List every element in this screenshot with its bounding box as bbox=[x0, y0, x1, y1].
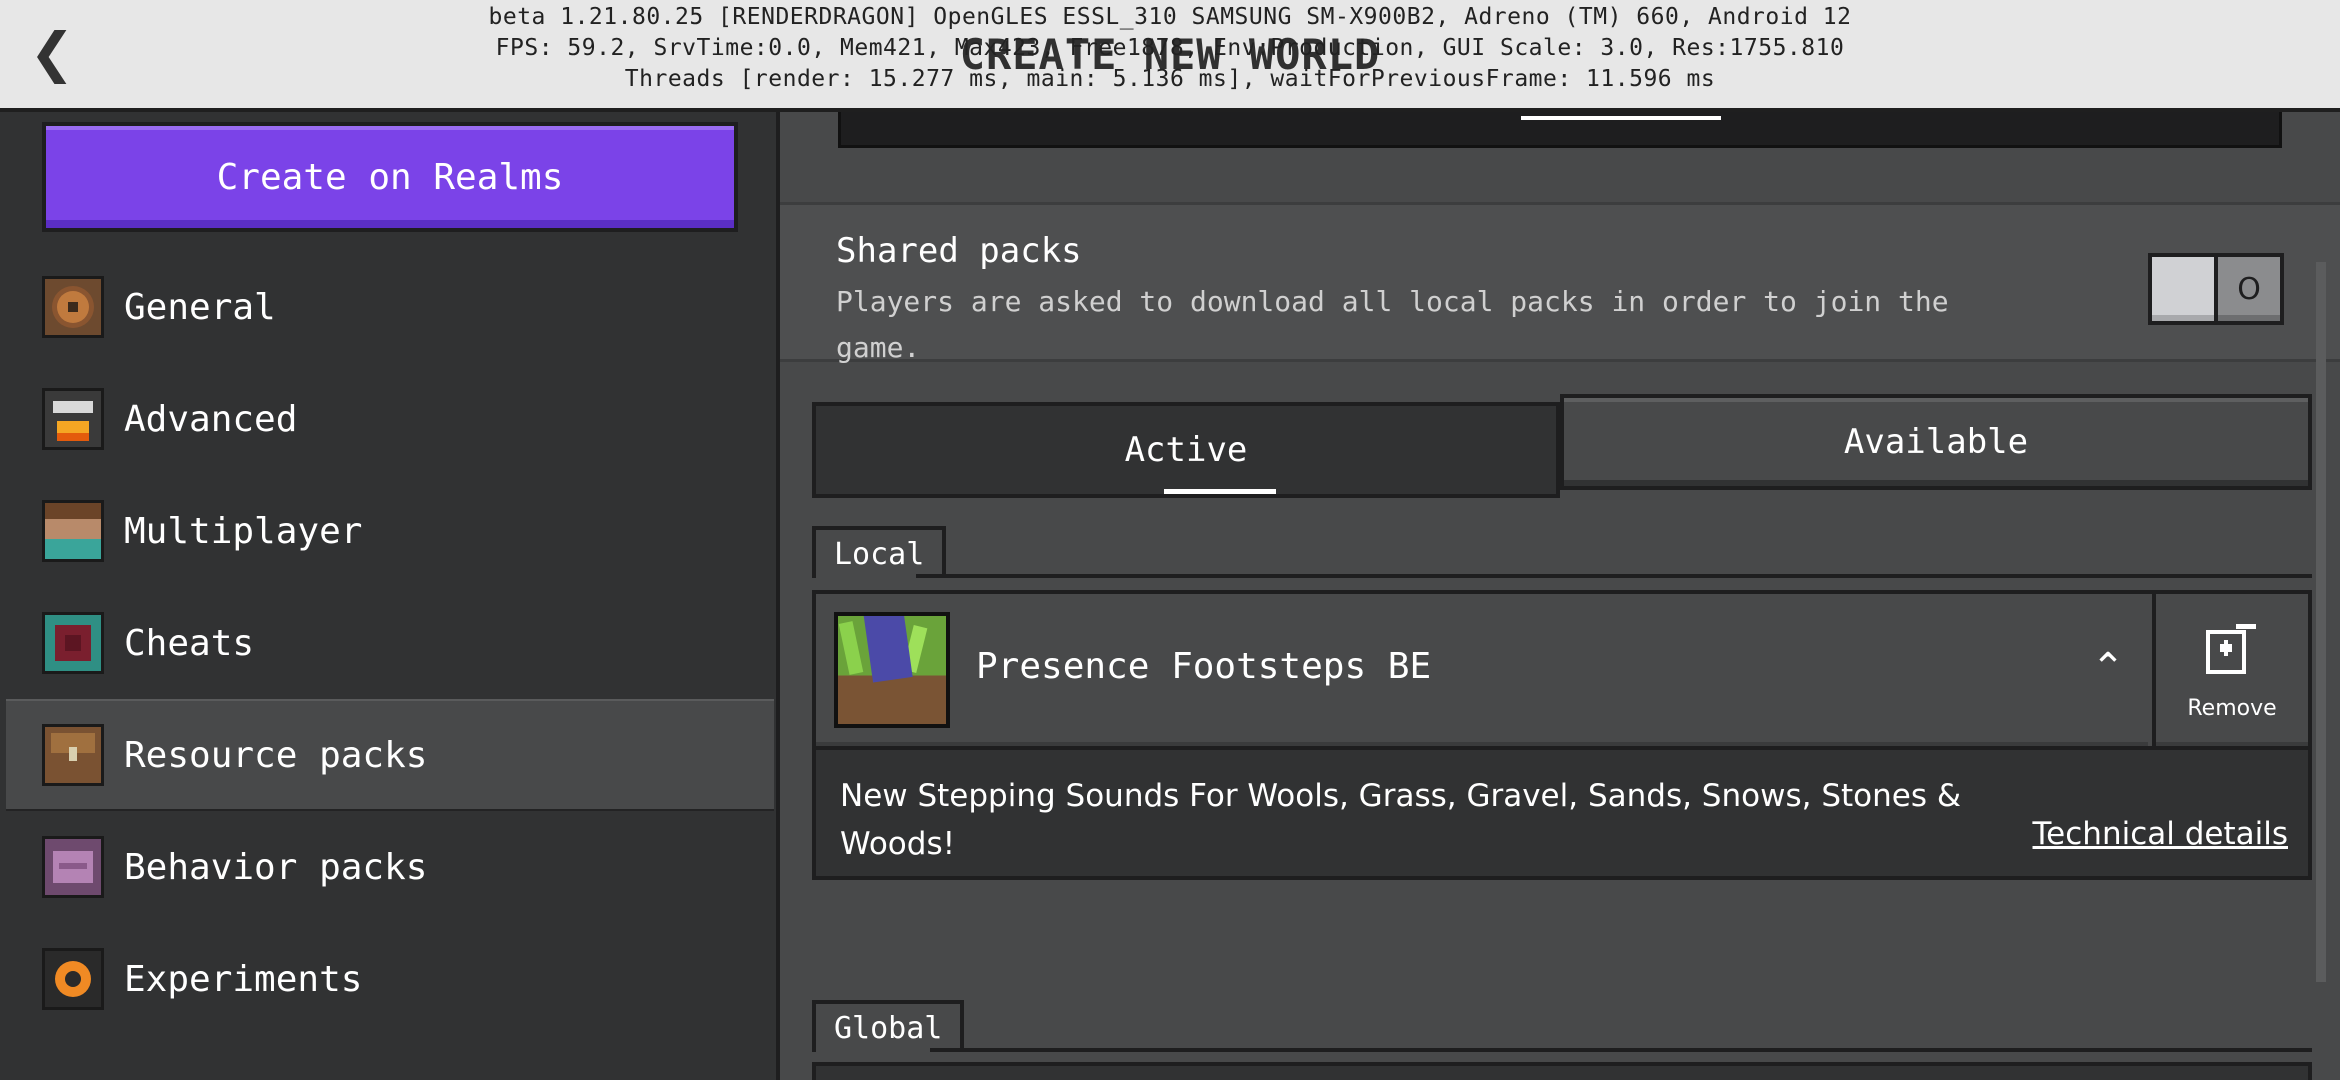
pack-expand-area[interactable]: Presence Footsteps BE ⌃ bbox=[816, 594, 2148, 746]
shared-packs-setting: Shared packs Players are asked to downlo… bbox=[780, 202, 2340, 364]
sidebar-item-label: General bbox=[124, 286, 276, 328]
behavior-pack-icon bbox=[42, 836, 104, 898]
top-scroll-strip bbox=[838, 112, 2282, 148]
pack-name: Presence Footsteps BE bbox=[976, 646, 1432, 687]
command-block-icon bbox=[42, 612, 104, 674]
sidebar-item-experiments[interactable]: Experiments bbox=[6, 923, 774, 1035]
chest-icon bbox=[42, 724, 104, 786]
remove-button[interactable]: Remove bbox=[2152, 594, 2308, 746]
shared-packs-title: Shared packs bbox=[836, 231, 1082, 271]
toggle-on-indicator: O bbox=[2218, 257, 2280, 321]
sidebar-item-label: Cheats bbox=[124, 622, 255, 664]
global-group-header: Global bbox=[812, 1000, 965, 1052]
debug-info-line-3: Threads [render: 15.277 ms, main: 5.136 … bbox=[624, 66, 1716, 92]
tab-selected-underline bbox=[1164, 489, 1276, 494]
gear-icon bbox=[42, 276, 104, 338]
top-bar: ❮ CREATE NEW WORLD beta 1.21.80.25 [REND… bbox=[0, 0, 2340, 112]
sidebar-item-cheats[interactable]: Cheats bbox=[6, 587, 774, 699]
sidebar-item-label: Multiplayer bbox=[124, 510, 363, 552]
debug-info-line-1: beta 1.21.80.25 [RENDERDRAGON] OpenGLES … bbox=[488, 4, 1852, 30]
global-packs-list bbox=[812, 1062, 2312, 1080]
remove-icon bbox=[2206, 624, 2256, 674]
create-on-realms-button[interactable]: Create on Realms bbox=[42, 122, 738, 232]
experiment-icon bbox=[42, 948, 104, 1010]
group-divider bbox=[930, 1048, 2312, 1052]
shared-packs-description: Players are asked to download all local … bbox=[836, 285, 1949, 364]
sidebar-item-general[interactable]: General bbox=[6, 251, 774, 363]
remove-label: Remove bbox=[2187, 696, 2277, 721]
sidebar-item-label: Resource packs bbox=[124, 734, 428, 776]
tab-active[interactable]: Active bbox=[812, 402, 1560, 498]
player-head-icon bbox=[42, 500, 104, 562]
chevron-up-icon[interactable]: ⌃ bbox=[2080, 640, 2136, 696]
scrollbar[interactable] bbox=[2316, 262, 2326, 982]
shared-packs-toggle[interactable]: O bbox=[2148, 253, 2284, 325]
pack-details: New Stepping Sounds For Wools, Grass, Gr… bbox=[812, 750, 2312, 880]
group-divider bbox=[916, 574, 2312, 578]
pack-row: Presence Footsteps BE ⌃ Remove bbox=[812, 590, 2312, 750]
tab-label: Available bbox=[1843, 422, 2029, 462]
sidebar-item-advanced[interactable]: Advanced bbox=[6, 363, 774, 475]
sidebar-item-resource-packs[interactable]: Resource packs bbox=[6, 699, 774, 811]
settings-sidebar: Create on Realms General Advanced Multip… bbox=[0, 112, 780, 1080]
sidebar-item-behavior-packs[interactable]: Behavior packs bbox=[6, 811, 774, 923]
sidebar-item-label: Advanced bbox=[124, 398, 298, 440]
sidebar-item-label: Experiments bbox=[124, 958, 363, 1000]
technical-details-link[interactable]: Technical details bbox=[2033, 816, 2288, 852]
strip-indicator bbox=[1521, 116, 1721, 120]
toggle-knob bbox=[2152, 257, 2214, 321]
sidebar-item-label: Behavior packs bbox=[124, 846, 428, 888]
pack-thumbnail bbox=[834, 612, 950, 728]
tab-available[interactable]: Available bbox=[1560, 394, 2312, 490]
resource-packs-panel: Shared packs Players are asked to downlo… bbox=[780, 112, 2340, 1080]
debug-info-line-2: FPS: 59.2, SrvTime:0.0, Mem421, Max423, … bbox=[495, 35, 1845, 61]
sidebar-item-multiplayer[interactable]: Multiplayer bbox=[6, 475, 774, 587]
local-group-header: Local bbox=[812, 526, 947, 578]
tab-label: Active bbox=[1124, 430, 1248, 470]
pack-description: New Stepping Sounds For Wools, Grass, Gr… bbox=[840, 778, 1962, 862]
furnace-icon bbox=[42, 388, 104, 450]
